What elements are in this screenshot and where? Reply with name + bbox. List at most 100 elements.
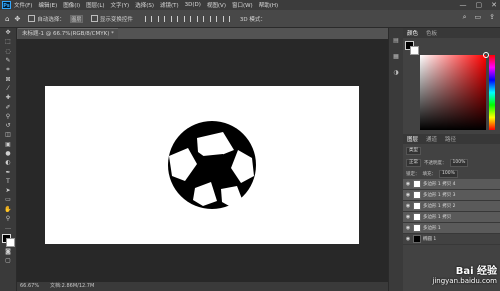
healing-brush-icon[interactable]: ✚ xyxy=(0,93,16,102)
document-tab[interactable]: 未标题-1 @ 66.7%(RGB/8/CMYK) * xyxy=(18,28,118,39)
gradient-tool-icon[interactable]: ▣ xyxy=(0,140,16,149)
frame-tool-icon[interactable]: ⊠ xyxy=(0,74,16,83)
layer-row[interactable]: ◉ 椭圆 1 xyxy=(403,234,500,245)
visibility-eye-icon[interactable]: ◉ xyxy=(403,192,413,198)
tab-layers[interactable]: 图层 xyxy=(403,135,422,143)
maximize-button[interactable]: ▢ xyxy=(476,1,483,9)
stamp-tool-icon[interactable]: ⚲ xyxy=(0,112,16,121)
visibility-eye-icon[interactable]: ◉ xyxy=(403,236,413,242)
layer-thumbnail xyxy=(413,213,421,221)
align-left-icon[interactable] xyxy=(144,15,152,22)
lasso-tool-icon[interactable]: ◌ xyxy=(0,47,16,56)
more-tools-icon[interactable]: … xyxy=(0,223,16,232)
shape-tool-icon[interactable]: ▭ xyxy=(0,195,16,204)
eyedropper-tool-icon[interactable]: ⁄ xyxy=(0,84,16,93)
marquee-tool-icon[interactable]: ⬚ xyxy=(0,37,16,46)
pen-tool-icon[interactable]: ✒ xyxy=(0,167,16,176)
close-button[interactable]: ✕ xyxy=(491,1,497,9)
fill-label: 填充： xyxy=(422,172,437,177)
auto-select-label: 自动选择： xyxy=(37,16,65,23)
menu-type[interactable]: 文字(Y) xyxy=(111,1,130,9)
watermark-logo-text: Bai 经验 xyxy=(455,266,497,277)
document-canvas[interactable] xyxy=(45,86,359,244)
zoom-tool-icon[interactable]: ⚲ xyxy=(0,214,16,223)
screen-mode-icon[interactable]: ▢ xyxy=(0,256,16,265)
home-icon[interactable]: ⌂ xyxy=(5,15,9,23)
search-icon[interactable]: ⌕ xyxy=(463,13,467,22)
align-middle-icon[interactable] xyxy=(196,15,204,22)
layer-thumbnail xyxy=(413,191,421,199)
background-color-swatch[interactable] xyxy=(6,237,15,247)
eraser-tool-icon[interactable]: ◫ xyxy=(0,130,16,139)
layer-name[interactable]: 多边形 1 拷贝 4 xyxy=(423,181,456,187)
layer-row[interactable]: ◉ 多边形 1 拷贝 xyxy=(403,212,500,223)
blur-tool-icon[interactable]: ● xyxy=(0,149,16,158)
move-tool-icon[interactable]: ✥ xyxy=(14,15,20,23)
layer-row[interactable]: ◉ 多边形 1 xyxy=(403,223,500,234)
history-brush-icon[interactable]: ↺ xyxy=(0,121,16,130)
align-bottom-icon[interactable] xyxy=(209,15,217,22)
tab-color[interactable]: 颜色 xyxy=(403,29,422,37)
blend-mode-select[interactable]: 正常 xyxy=(406,159,421,167)
menu-filter[interactable]: 滤镜(T) xyxy=(160,1,179,9)
layer-filter-select[interactable]: 类型 xyxy=(406,147,421,155)
color-picker-field[interactable] xyxy=(420,55,486,130)
quick-mask-icon[interactable]: ◙ xyxy=(0,247,16,256)
menu-help[interactable]: 帮助(H) xyxy=(259,1,278,9)
panel-background-swatch[interactable] xyxy=(410,46,419,55)
tab-swatches[interactable]: 色板 xyxy=(422,29,441,37)
layer-name[interactable]: 椭圆 1 xyxy=(423,236,436,242)
visibility-eye-icon[interactable]: ◉ xyxy=(403,203,413,209)
share-icon[interactable]: ⇪ xyxy=(489,13,495,22)
layer-row[interactable]: ◉ 多边形 1 拷贝 3 xyxy=(403,190,500,201)
visibility-eye-icon[interactable]: ◉ xyxy=(403,225,413,231)
menu-image[interactable]: 图像(I) xyxy=(63,1,80,9)
workspace-icon[interactable]: ▭ xyxy=(475,13,482,22)
align-top-icon[interactable] xyxy=(183,15,191,22)
visibility-eye-icon[interactable]: ◉ xyxy=(403,214,413,220)
show-transform-label: 显示变换控件 xyxy=(99,16,133,23)
menu-layer[interactable]: 图层(L) xyxy=(86,1,104,9)
adjustments-icon[interactable]: ◑ xyxy=(389,69,403,76)
menu-window[interactable]: 窗口(W) xyxy=(232,1,253,9)
soccer-ball-artwork xyxy=(168,121,256,209)
menu-edit[interactable]: 编辑(E) xyxy=(38,1,57,9)
tab-channels[interactable]: 通道 xyxy=(422,135,441,143)
tab-paths[interactable]: 路径 xyxy=(441,135,460,143)
hand-tool-icon[interactable]: ✋ xyxy=(0,205,16,214)
dodge-tool-icon[interactable]: ◐ xyxy=(0,158,16,167)
document-info[interactable]: 文档:2.86M/12.7M xyxy=(50,282,94,291)
layer-thumbnail xyxy=(413,235,421,243)
opacity-input[interactable]: 100% xyxy=(449,159,469,167)
layer-name[interactable]: 多边形 1 拷贝 3 xyxy=(423,192,456,198)
fill-input[interactable]: 100% xyxy=(439,170,458,178)
menu-view[interactable]: 视图(V) xyxy=(207,1,226,9)
align-right-icon[interactable] xyxy=(170,15,178,22)
path-select-tool-icon[interactable]: ➤ xyxy=(0,186,16,195)
auto-select-target-select[interactable]: 图层 xyxy=(69,14,83,23)
brush-tool-icon[interactable]: ✐ xyxy=(0,102,16,111)
layer-name[interactable]: 多边形 1 拷贝 xyxy=(423,214,451,220)
zoom-readout[interactable]: 66.67% xyxy=(20,282,39,291)
show-transform-checkbox[interactable] xyxy=(90,15,98,22)
distribute-icon[interactable] xyxy=(222,15,230,22)
layer-name[interactable]: 多边形 1 拷贝 2 xyxy=(423,203,456,209)
hue-slider[interactable] xyxy=(489,55,495,130)
layer-name[interactable]: 多边形 1 xyxy=(423,225,441,231)
layer-row[interactable]: ◉ 多边形 1 拷贝 2 xyxy=(403,201,500,212)
color-swatches[interactable] xyxy=(0,233,16,247)
menu-3d[interactable]: 3D(D) xyxy=(185,2,201,8)
menu-select[interactable]: 选择(S) xyxy=(135,1,154,9)
visibility-eye-icon[interactable]: ◉ xyxy=(403,181,413,187)
type-tool-icon[interactable]: T xyxy=(0,177,16,186)
align-center-icon[interactable] xyxy=(157,15,165,22)
quick-select-tool-icon[interactable]: ✎ xyxy=(0,56,16,65)
minimize-button[interactable]: — xyxy=(460,1,467,9)
history-icon[interactable]: ▤ xyxy=(389,37,403,44)
menu-file[interactable]: 文件(F) xyxy=(14,1,32,9)
auto-select-checkbox[interactable] xyxy=(28,15,36,22)
layer-row[interactable]: ◉ 多边形 1 拷贝 4 xyxy=(403,179,500,190)
move-tool-icon[interactable]: ✥ xyxy=(0,28,16,37)
properties-icon[interactable]: ▦ xyxy=(389,53,403,60)
crop-tool-icon[interactable]: ⌗ xyxy=(0,65,16,74)
